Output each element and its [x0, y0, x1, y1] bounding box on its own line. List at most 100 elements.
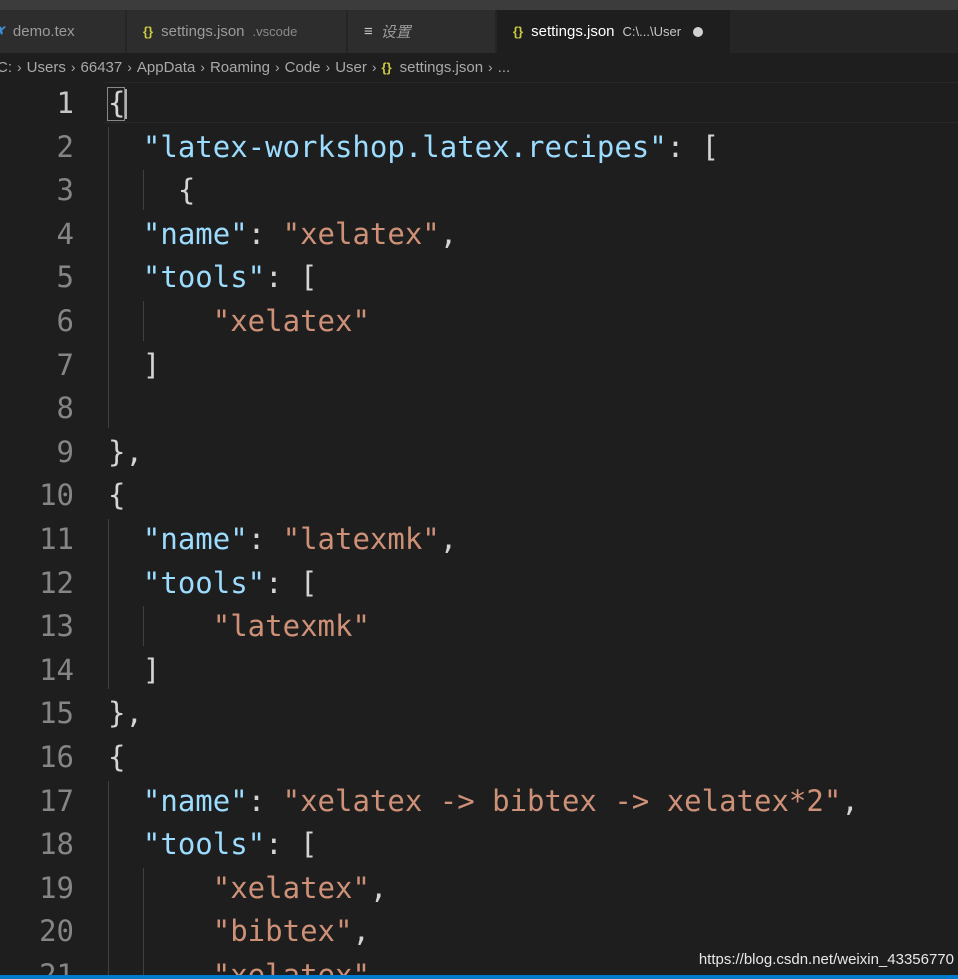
code-text: ] [108, 652, 161, 687]
code-text: }, [108, 434, 143, 469]
tab-description: .vscode [252, 24, 298, 39]
tab-label: demo.tex [12, 23, 75, 40]
json-file-icon: {} [381, 59, 392, 75]
line-number: 19 [39, 870, 74, 905]
code-text: { [108, 173, 196, 208]
code-line[interactable]: 11 "name": "latexmk", [0, 517, 958, 561]
code-text: "latexmk" [212, 609, 370, 644]
settings-editor-icon: ≡ [364, 23, 373, 40]
breadcrumb-file[interactable]: settings.json [400, 59, 483, 76]
code-line[interactable]: 10 { [0, 473, 958, 517]
line-number: 3 [56, 173, 74, 208]
status-bar [0, 975, 958, 979]
window-title-strip [0, 0, 958, 10]
breadcrumb-item[interactable]: Roaming [210, 59, 270, 76]
unsaved-dot-icon[interactable] [693, 26, 704, 37]
chevron-right-icon: › [325, 59, 331, 75]
code-text: "xelatex" [212, 958, 370, 975]
editor-tab-bar: ✗ demo.tex {} settings.json .vscode ≡ 设置… [0, 10, 958, 53]
code-line[interactable]: 14 ] [0, 648, 958, 692]
chevron-right-icon: › [200, 59, 205, 75]
code-line[interactable]: 15}, [0, 691, 958, 735]
code-line[interactable]: 18 "tools": [ [0, 822, 958, 866]
line-number: 4 [56, 216, 74, 251]
breadcrumb-item[interactable]: Users [27, 59, 66, 76]
breadcrumb-item[interactable]: Code [285, 59, 321, 76]
code-text: { [108, 740, 126, 774]
tab-label: 设置 [380, 23, 411, 41]
code-text: "xelatex", [212, 870, 388, 905]
tex-file-icon: ✗ [0, 24, 5, 40]
code-text: "name": "xelatex -> bibtex -> xelatex*2"… [142, 783, 859, 818]
line-number: 21 [39, 958, 74, 975]
code-text: { [108, 478, 126, 513]
line-number: 6 [56, 304, 74, 338]
text-cursor [125, 89, 127, 119]
code-text: "name": "xelatex", [142, 216, 458, 251]
line-number: 9 [56, 434, 74, 469]
tab-settings-json-user[interactable]: {} settings.json C:\...\User [497, 10, 731, 53]
json-file-icon: {} [143, 24, 154, 39]
line-number: 2 [56, 129, 74, 164]
line-number: 13 [39, 609, 74, 644]
code-text: "xelatex" [212, 304, 370, 338]
line-number: 7 [56, 347, 74, 382]
chevron-right-icon: › [488, 59, 493, 75]
chevron-right-icon: › [274, 59, 280, 75]
breadcrumb-item[interactable]: 66437 [81, 59, 123, 76]
code-line[interactable]: 6 "xelatex" [0, 299, 958, 343]
code-line[interactable]: 5 "tools": [ [0, 255, 958, 299]
line-number: 15 [39, 696, 74, 731]
breadcrumb-item[interactable]: AppData [137, 59, 195, 76]
chevron-right-icon: › [127, 59, 132, 75]
line-number: 1 [56, 86, 74, 120]
code-editor[interactable]: 1{2 "latex-workshop.latex.recipes": [3 {… [0, 81, 958, 975]
code-line[interactable]: 19 "xelatex", [0, 866, 958, 910]
code-line[interactable]: 7 ] [0, 343, 958, 387]
line-number: 10 [39, 478, 74, 513]
chevron-right-icon: › [371, 59, 377, 75]
breadcrumb-item[interactable]: User [335, 59, 367, 76]
line-number: 5 [56, 260, 74, 295]
line-number: 8 [56, 391, 74, 426]
code-text: "tools": [ [142, 565, 318, 600]
code-line[interactable]: 8 [0, 386, 958, 430]
line-number: 12 [39, 565, 74, 600]
tab-settings-json-vscode[interactable]: {} settings.json .vscode [127, 10, 347, 53]
code-text: ] [108, 347, 161, 382]
line-number: 20 [39, 914, 74, 949]
line-number: 17 [39, 783, 74, 818]
code-line[interactable]: 17 "name": "xelatex -> bibtex -> xelatex… [0, 779, 958, 823]
code-text: "name": "latexmk", [142, 522, 458, 556]
code-text: "tools": [ [142, 827, 318, 862]
json-file-icon: {} [513, 24, 524, 39]
code-line[interactable]: 16 { [0, 735, 958, 779]
code-line[interactable]: 2 "latex-workshop.latex.recipes": [ [0, 125, 958, 169]
breadcrumb: C: › Users › 66437 › AppData › Roaming ›… [0, 53, 958, 81]
breadcrumb-more[interactable]: ... [498, 59, 511, 76]
code-line[interactable]: 3 { [0, 168, 958, 212]
tab-demo-tex[interactable]: ✗ demo.tex [0, 10, 126, 53]
line-number: 14 [39, 652, 74, 687]
code-text: "bibtex", [212, 914, 370, 949]
code-line[interactable]: 13 "latexmk" [0, 604, 958, 648]
chevron-right-icon: › [17, 59, 22, 75]
tab-label: settings.json [161, 23, 245, 40]
watermark: https://blog.csdn.net/weixin_43356770 [698, 951, 954, 968]
code-line[interactable]: 4 "name": "xelatex", [0, 212, 958, 256]
tab-label: settings.json [531, 23, 615, 40]
tab-description: C:\...\User [622, 24, 682, 39]
code-line[interactable]: 9}, [0, 430, 958, 474]
tab-settings-ui[interactable]: ≡ 设置 [348, 10, 496, 53]
breadcrumb-item[interactable]: C: [0, 59, 12, 76]
line-number: 11 [39, 522, 74, 556]
code-line[interactable]: 12 "tools": [ [0, 561, 958, 605]
bracket-match-box [107, 87, 125, 121]
code-line[interactable]: 20 "bibtex", [0, 909, 958, 953]
line-number: 18 [39, 827, 74, 862]
code-text: }, [108, 696, 143, 731]
code-text: "latex-workshop.latex.recipes": [ [142, 129, 720, 164]
chevron-right-icon: › [70, 59, 76, 75]
code-line[interactable]: 1{ [0, 81, 958, 125]
code-text: "tools": [ [142, 260, 318, 295]
